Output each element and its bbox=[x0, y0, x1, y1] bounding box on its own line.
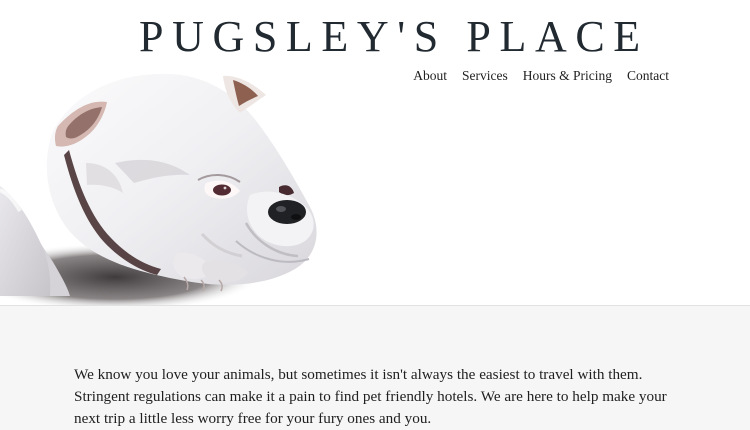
intro-line: We know you love your animals, but somet… bbox=[74, 366, 643, 383]
hero-section: PUGSLEY'S PLACE About Services Hours & P… bbox=[0, 0, 750, 306]
nav-link-about[interactable]: About bbox=[413, 67, 447, 85]
intro-paragraph: We know you love your animals, but somet… bbox=[74, 364, 694, 430]
intro-section: We know you love your animals, but somet… bbox=[0, 306, 750, 430]
site-title: PUGSLEY'S PLACE bbox=[139, 12, 649, 61]
page: PUGSLEY'S PLACE About Services Hours & P… bbox=[0, 0, 750, 430]
nav-link-hours-pricing[interactable]: Hours & Pricing bbox=[523, 67, 612, 85]
nav-link-contact[interactable]: Contact bbox=[627, 67, 669, 85]
intro-line: next trip a little less worry free for y… bbox=[74, 410, 432, 427]
nav-link-services[interactable]: Services bbox=[462, 67, 508, 85]
hero-bulldog-photo bbox=[0, 73, 317, 306]
intro-line: Stringent regulations can make it a pain… bbox=[74, 388, 667, 405]
main-nav: About Services Hours & Pricing Contact bbox=[413, 67, 669, 85]
